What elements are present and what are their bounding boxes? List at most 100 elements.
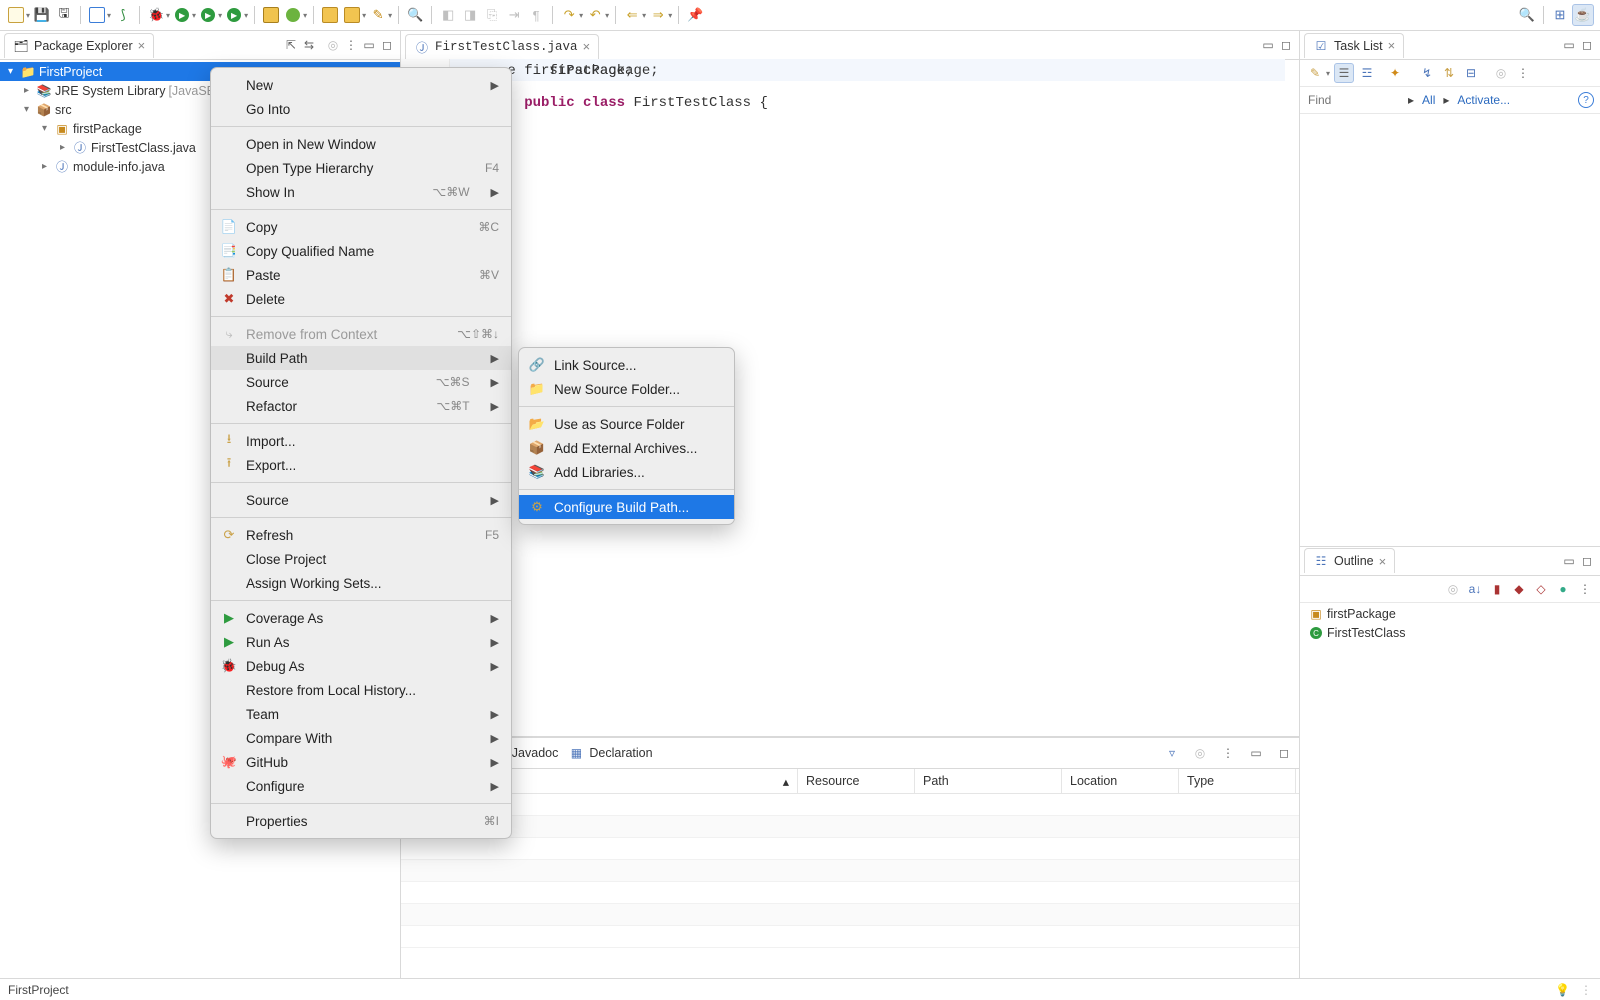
maximize-icon[interactable]: ◻ bbox=[1578, 36, 1596, 54]
view-menu-icon[interactable]: ⋮ bbox=[342, 36, 360, 54]
schedule-icon[interactable]: ☲ bbox=[1358, 64, 1376, 82]
menu-item[interactable]: ⟳RefreshF5 bbox=[211, 523, 511, 547]
hide-nonpublic-icon[interactable]: ◇ bbox=[1532, 580, 1550, 598]
table-row[interactable] bbox=[401, 794, 1299, 816]
tb-back-icon[interactable]: ⇐ bbox=[622, 5, 642, 25]
menu-item[interactable]: ▶Coverage As▶ bbox=[211, 606, 511, 630]
dropdown-icon[interactable]: ▾ bbox=[244, 11, 248, 20]
menu-item[interactable]: ⭱Export... bbox=[211, 453, 511, 477]
minimize-icon[interactable]: ▭ bbox=[360, 36, 378, 54]
menu-item[interactable]: Team▶ bbox=[211, 702, 511, 726]
menu-item[interactable]: Refactor⌥⌘T▶ bbox=[211, 394, 511, 418]
menu-item[interactable]: ⤷Remove from Context⌥⇧⌘↓ bbox=[211, 322, 511, 346]
table-row[interactable] bbox=[401, 882, 1299, 904]
menu-item[interactable]: Properties⌘I bbox=[211, 809, 511, 833]
tb-newcls-icon[interactable] bbox=[283, 5, 303, 25]
hide-local-icon[interactable]: ● bbox=[1554, 580, 1572, 598]
tb-persp-java-icon[interactable]: ☕ bbox=[1572, 4, 1594, 26]
menu-item[interactable]: Close Project bbox=[211, 547, 511, 571]
buildpath-submenu[interactable]: 🔗Link Source...📁New Source Folder... 📂Use… bbox=[518, 347, 735, 525]
minimize-icon[interactable]: ▭ bbox=[1247, 744, 1265, 762]
tb-quickaccess-icon[interactable]: 🔍 bbox=[1517, 5, 1537, 25]
menu-item[interactable]: Source▶ bbox=[211, 488, 511, 512]
outline-item[interactable]: C FirstTestClass bbox=[1300, 624, 1600, 643]
col-type[interactable]: Type bbox=[1179, 769, 1296, 793]
expand-icon[interactable]: ▸ bbox=[1443, 93, 1449, 107]
dropdown-icon[interactable]: ▾ bbox=[218, 11, 222, 20]
tb-nextann-icon[interactable]: ↷ bbox=[559, 5, 579, 25]
view-menu-icon[interactable]: ⋮ bbox=[1219, 744, 1237, 762]
hide-static-icon[interactable]: ◆ bbox=[1510, 580, 1528, 598]
dropdown-icon[interactable]: ▾ bbox=[388, 11, 392, 20]
tb-openres-icon[interactable] bbox=[320, 5, 340, 25]
menu-item[interactable]: Go Into bbox=[211, 97, 511, 121]
tb-fwd-icon[interactable]: ⇒ bbox=[648, 5, 668, 25]
close-icon[interactable]: × bbox=[138, 38, 146, 53]
menu-item[interactable]: 🔗Link Source... bbox=[519, 353, 734, 377]
col-path[interactable]: Path bbox=[915, 769, 1062, 793]
tb-pin-icon[interactable]: 📌 bbox=[685, 5, 705, 25]
expand-icon[interactable]: ▸ bbox=[20, 85, 33, 96]
tasklist-tab[interactable]: ☑ Task List × bbox=[1304, 33, 1404, 58]
focus-icon[interactable]: ◎ bbox=[1444, 580, 1462, 598]
minimize-icon[interactable]: ▭ bbox=[1560, 36, 1578, 54]
tb-screen-icon[interactable] bbox=[87, 5, 107, 25]
categorize-icon[interactable]: ☰ bbox=[1334, 63, 1354, 83]
menu-item[interactable]: Restore from Local History... bbox=[211, 678, 511, 702]
dropdown-icon[interactable]: ▾ bbox=[166, 11, 170, 20]
maximize-icon[interactable]: ◻ bbox=[1275, 744, 1293, 762]
col-location[interactable]: Location bbox=[1062, 769, 1179, 793]
minimize-icon[interactable]: ▭ bbox=[1259, 36, 1277, 54]
hide-icon[interactable]: ◎ bbox=[1492, 64, 1510, 82]
table-row[interactable] bbox=[401, 816, 1299, 838]
menu-item[interactable]: Open in New Window bbox=[211, 132, 511, 156]
menu-item[interactable]: Configure▶ bbox=[211, 774, 511, 798]
menu-item[interactable]: 📦Add External Archives... bbox=[519, 436, 734, 460]
tb-g3-icon[interactable]: ⎘ bbox=[482, 5, 502, 25]
menu-item[interactable]: ✖Delete bbox=[211, 287, 511, 311]
dropdown-icon[interactable]: ▾ bbox=[605, 11, 609, 20]
menu-item[interactable]: Compare With▶ bbox=[211, 726, 511, 750]
tb-saveall-icon[interactable]: 🖫 bbox=[54, 5, 74, 25]
expand-icon[interactable]: ▸ bbox=[56, 142, 69, 153]
tb-new-icon[interactable] bbox=[6, 5, 26, 25]
close-icon[interactable]: × bbox=[583, 40, 591, 55]
minimize-icon[interactable]: ▭ bbox=[1560, 552, 1578, 570]
menu-item[interactable]: Show In⌥⌘W▶ bbox=[211, 180, 511, 204]
tb-g1-icon[interactable]: ◧ bbox=[438, 5, 458, 25]
menu-item[interactable]: Source⌥⌘S▶ bbox=[211, 370, 511, 394]
dropdown-icon[interactable]: ▾ bbox=[107, 11, 111, 20]
menu-item[interactable]: Open Type HierarchyF4 bbox=[211, 156, 511, 180]
newtask-icon[interactable]: ✎ bbox=[1306, 64, 1324, 82]
tb-prevann-icon[interactable]: ↶ bbox=[585, 5, 605, 25]
outline-tab[interactable]: ☷ Outline × bbox=[1304, 548, 1395, 573]
outline-tree[interactable]: ▣ firstPackage C FirstTestClass bbox=[1300, 603, 1600, 979]
tb-persp-open-icon[interactable]: ⊞ bbox=[1550, 5, 1570, 25]
link-editor-icon[interactable]: ⇆ bbox=[300, 36, 318, 54]
menu-item[interactable]: ⭳Import... bbox=[211, 429, 511, 453]
view-menu-icon[interactable]: ⋮ bbox=[1576, 580, 1594, 598]
tb-search-icon[interactable]: 🔍 bbox=[405, 5, 425, 25]
table-row[interactable] bbox=[401, 904, 1299, 926]
dropdown-icon[interactable]: ▾ bbox=[303, 11, 307, 20]
filter-icon[interactable]: ▿ bbox=[1163, 744, 1181, 762]
maximize-icon[interactable]: ◻ bbox=[1578, 552, 1596, 570]
tb-run-icon[interactable]: ▶ bbox=[172, 5, 192, 25]
menu-item[interactable]: 📁New Source Folder... bbox=[519, 377, 734, 401]
dropdown-icon[interactable]: ▾ bbox=[1326, 69, 1330, 78]
table-row[interactable] bbox=[401, 838, 1299, 860]
menu-item[interactable]: 📋Paste⌘V bbox=[211, 263, 511, 287]
menu-item[interactable]: Build Path▶ bbox=[211, 346, 511, 370]
menu-item[interactable]: 📂Use as Source Folder bbox=[519, 412, 734, 436]
maximize-icon[interactable]: ◻ bbox=[1277, 36, 1295, 54]
context-menu[interactable]: New▶Go IntoOpen in New WindowOpen Type H… bbox=[210, 67, 512, 839]
declaration-tab[interactable]: ▦Declaration bbox=[568, 745, 652, 761]
sort-icon[interactable]: ⇅ bbox=[1440, 64, 1458, 82]
close-icon[interactable]: × bbox=[1379, 554, 1387, 569]
col-resource[interactable]: Resource bbox=[798, 769, 915, 793]
tb-runext-icon[interactable]: ▶ bbox=[198, 5, 218, 25]
editor-tab[interactable]: Ⓙ FirstTestClass.java × bbox=[405, 34, 599, 59]
expand-icon[interactable]: ▸ bbox=[38, 161, 51, 172]
sort-icon[interactable]: a↓ bbox=[1466, 580, 1484, 598]
sync-icon[interactable]: ↯ bbox=[1418, 64, 1436, 82]
